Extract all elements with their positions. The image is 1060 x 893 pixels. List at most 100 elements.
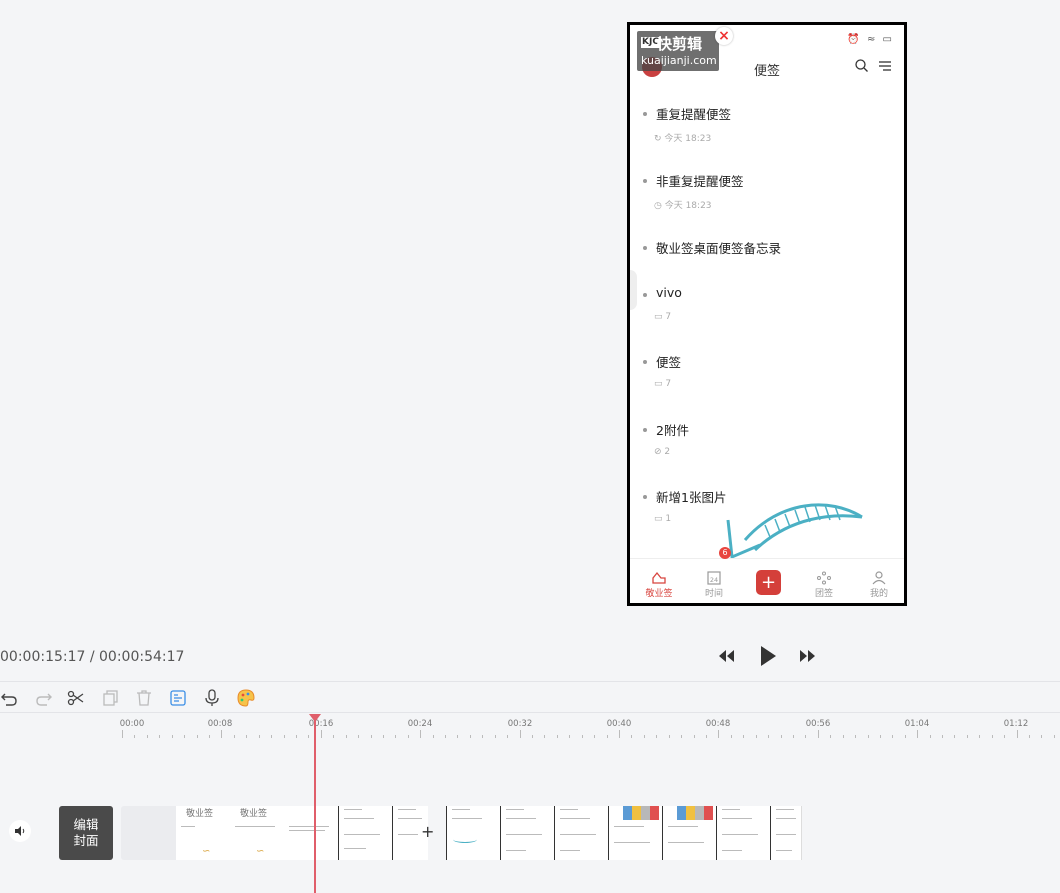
tab-time[interactable]: 24 时间 6 <box>689 547 739 599</box>
repeat-clock-icon: ↻ <box>654 134 665 144</box>
notification-badge: 6 <box>719 547 731 559</box>
ruler-tick <box>1054 735 1055 738</box>
clip-thumbnail <box>500 806 554 860</box>
ruler-label: 00:56 <box>805 719 831 729</box>
note-meta: ▭ 1 <box>654 514 671 524</box>
image-icon: ▭ <box>654 312 666 322</box>
tab-label: 团签 <box>814 589 833 599</box>
cover-label-line2: 封面 <box>73 833 99 848</box>
ruler-tick <box>346 735 347 738</box>
edit-cover-button[interactable]: 编辑 封面 <box>59 806 113 860</box>
note-meta: ◷ 今天 18:23 <box>654 198 712 211</box>
ruler-tick <box>582 735 583 738</box>
ruler-tick <box>880 735 881 738</box>
side-pull-tab <box>630 270 637 310</box>
team-icon <box>817 571 831 585</box>
clip-thumbnail <box>284 806 338 860</box>
rewind-icon[interactable] <box>718 649 736 663</box>
ruler-tick <box>930 735 931 738</box>
ruler-tick <box>333 735 334 738</box>
bullet-dot <box>643 360 647 364</box>
ruler-tick <box>259 735 260 738</box>
watermark[interactable]: KJC 快剪辑 kuaijianji.com × <box>637 27 733 71</box>
ruler-tick <box>793 735 794 738</box>
clip-thumbnail <box>608 806 662 860</box>
tab-label: 敬业签 <box>645 589 673 599</box>
volume-icon[interactable] <box>9 820 31 842</box>
clock-icon: ◷ <box>654 201 665 211</box>
search-icon <box>855 59 868 72</box>
ruler-tick <box>992 735 993 738</box>
ruler-tick <box>284 735 285 738</box>
tab-profile[interactable]: 我的 <box>854 571 904 599</box>
watermark-close-icon[interactable]: × <box>715 27 733 45</box>
note-meta-text: 1 <box>665 514 672 524</box>
note-meta: ⊘ 2 <box>654 447 670 457</box>
redo-icon[interactable] <box>33 688 53 708</box>
scissors-icon[interactable] <box>66 688 86 708</box>
playhead-handle[interactable] <box>309 714 321 722</box>
ruler-tick <box>1029 735 1030 738</box>
watermark-name: 快剪辑 <box>657 35 703 53</box>
ruler-tick <box>681 735 682 738</box>
cloud-icon <box>652 571 666 584</box>
ruler-tick <box>942 735 943 738</box>
clip-thumbnail: 敬业签 ∽ <box>176 806 230 860</box>
delete-icon[interactable] <box>134 688 154 708</box>
note-title: 新增1张图片 <box>656 490 727 505</box>
add-transition-icon[interactable]: + <box>421 822 434 841</box>
ruler-tick <box>743 735 744 738</box>
divider <box>0 681 1060 682</box>
ruler-tick <box>868 735 869 738</box>
ruler-tick <box>234 735 235 738</box>
fit-track-icon[interactable] <box>168 688 188 708</box>
note-meta-text: 今天 18:23 <box>664 134 712 144</box>
bullet-dot <box>643 428 647 432</box>
ruler-tick <box>371 735 372 738</box>
tab-team[interactable]: 团签 <box>799 571 849 599</box>
ruler-tick <box>134 735 135 738</box>
ruler-tick <box>383 735 384 738</box>
note-title: vivo <box>656 285 682 300</box>
microphone-icon[interactable] <box>202 688 222 708</box>
bullet-dot <box>643 246 647 250</box>
bullet-dot <box>643 293 647 297</box>
ruler-label: 00:08 <box>207 719 233 729</box>
ruler-tick <box>159 735 160 738</box>
video-clip-placeholder[interactable] <box>121 806 176 860</box>
note-meta-text: 7 <box>665 379 672 389</box>
ruler-tick <box>805 735 806 738</box>
ruler-tick <box>495 735 496 738</box>
image-icon: ▭ <box>654 379 666 389</box>
ruler-tick <box>197 735 198 738</box>
note-meta: ↻ 今天 18:23 <box>654 131 711 144</box>
ruler-tick <box>1041 735 1042 738</box>
clip-thumbnail <box>338 806 392 860</box>
ruler-tick <box>694 735 695 738</box>
palette-icon[interactable] <box>236 688 256 708</box>
ruler-tick <box>209 735 210 738</box>
ruler-tick <box>979 735 980 738</box>
note-title: 非重复提醒便签 <box>656 174 744 189</box>
play-icon[interactable] <box>758 644 778 668</box>
ruler-tick <box>967 735 968 738</box>
add-note-button[interactable]: + <box>756 570 781 595</box>
ruler-tick <box>731 735 732 738</box>
copy-icon[interactable] <box>100 688 120 708</box>
undo-icon[interactable] <box>0 688 20 708</box>
playhead[interactable] <box>314 716 316 893</box>
attachment-icon: ⊘ <box>654 447 665 457</box>
ruler-tick <box>756 735 757 738</box>
ruler-tick <box>1017 730 1018 738</box>
bottom-tab-bar: 敬业签 24 时间 6 + 团签 我的 <box>630 547 904 603</box>
ruler-label: 00:32 <box>507 719 533 729</box>
fast-forward-icon[interactable] <box>798 649 816 663</box>
ruler-tick <box>892 735 893 738</box>
timeline-ruler[interactable]: 00:00 00:08 00:16 00:24 00:32 00:40 00:4… <box>0 713 1060 743</box>
ruler-tick <box>619 730 620 738</box>
bullet-dot <box>643 112 647 116</box>
tab-jingyeqian[interactable]: 敬业签 <box>634 571 684 599</box>
ruler-tick <box>408 735 409 738</box>
ruler-tick <box>221 730 222 738</box>
bullet-dot <box>643 179 647 183</box>
